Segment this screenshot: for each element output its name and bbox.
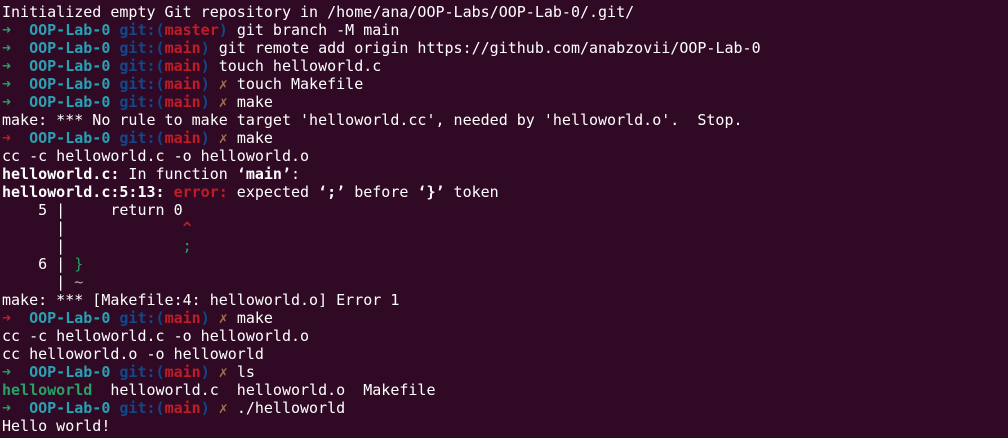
executable-file: helloworld: [2, 381, 93, 399]
error-line: helloworld.c:5:13: error: expected ‘;’ b…: [2, 183, 499, 201]
command-text: touch helloworld.c: [218, 57, 382, 75]
dirty-mark-icon: ✗: [218, 399, 228, 417]
output-line: make: *** [Makefile:4: helloworld.o] Err…: [2, 291, 400, 309]
code-line: | ;: [2, 237, 192, 255]
prompt-line: ➜ OOP-Lab-0 git:(main) ✗ ./helloworld: [2, 399, 346, 417]
command-text: make: [236, 129, 273, 147]
prompt-arrow-icon: ➜: [2, 21, 12, 39]
prompt-line: ➜ OOP-Lab-0 git:(main) ✗ ls: [2, 363, 255, 381]
command-text: git remote add origin https://github.com…: [218, 39, 761, 57]
code-line: 6 | }: [2, 255, 84, 273]
code-line: | ^: [2, 219, 192, 237]
prompt-dir: OOP-Lab-0: [29, 21, 111, 39]
output-line: Hello world!: [2, 417, 111, 435]
dirty-mark-icon: ✗: [218, 129, 228, 147]
prompt-line: ➜ OOP-Lab-0 git:(main) ✗ make: [2, 309, 273, 327]
command-text: make: [236, 93, 273, 111]
output-line: cc -c helloworld.c -o helloworld.o: [2, 327, 310, 345]
prompt-arrow-icon: ➜: [2, 363, 12, 381]
command-text: touch Makefile: [236, 75, 364, 93]
prompt-line: ➜ OOP-Lab-0 git:(main) ✗ make: [2, 129, 273, 147]
prompt-line: ➜ OOP-Lab-0 git:(main) git remote add or…: [2, 39, 761, 57]
prompt-line: ➜ OOP-Lab-0 git:(main) ✗ touch Makefile: [2, 75, 364, 93]
output-line: Initialized empty Git repository in /hom…: [2, 3, 635, 21]
dirty-mark-icon: ✗: [218, 75, 228, 93]
prompt-line: ➜ OOP-Lab-0 git:(main) ✗ make: [2, 93, 273, 111]
dirty-mark-icon: ✗: [218, 309, 228, 327]
output-line: helloworld.c: In function ‘main’:: [2, 165, 301, 183]
terminal-window[interactable]: Initialized empty Git repository in /hom…: [0, 0, 1008, 438]
prompt-arrow-icon: ➜: [2, 57, 12, 75]
prompt-arrow-icon: ➜: [2, 309, 12, 327]
prompt-arrow-icon: ➜: [2, 39, 12, 57]
command-text: make: [236, 309, 273, 327]
prompt-arrow-icon: ➜: [2, 399, 12, 417]
prompt-arrow-icon: ➜: [2, 93, 12, 111]
output-line: cc -c helloworld.c -o helloworld.o: [2, 147, 310, 165]
dirty-mark-icon: ✗: [218, 363, 228, 381]
output-line: helloworld helloworld.c helloworld.o Mak…: [2, 381, 436, 399]
output-line: cc helloworld.o -o helloworld: [2, 345, 264, 363]
command-text: ./helloworld: [236, 399, 346, 417]
dirty-mark-icon: ✗: [218, 93, 228, 111]
prompt-arrow-icon: ➜: [2, 129, 12, 147]
prompt-branch: master: [164, 21, 219, 39]
code-line: 5 | return 0: [2, 201, 183, 219]
code-line: | ~: [2, 273, 84, 291]
command-text: git branch -M main: [236, 21, 400, 39]
prompt-arrow-icon: ➜: [2, 75, 12, 93]
output-line: make: *** No rule to make target 'hellow…: [2, 111, 743, 129]
prompt-line: ➜ OOP-Lab-0 git:(master) git branch -M m…: [2, 21, 400, 39]
prompt-line: ➜ OOP-Lab-0 git:(main) touch helloworld.…: [2, 57, 382, 75]
command-text: ls: [236, 363, 255, 381]
